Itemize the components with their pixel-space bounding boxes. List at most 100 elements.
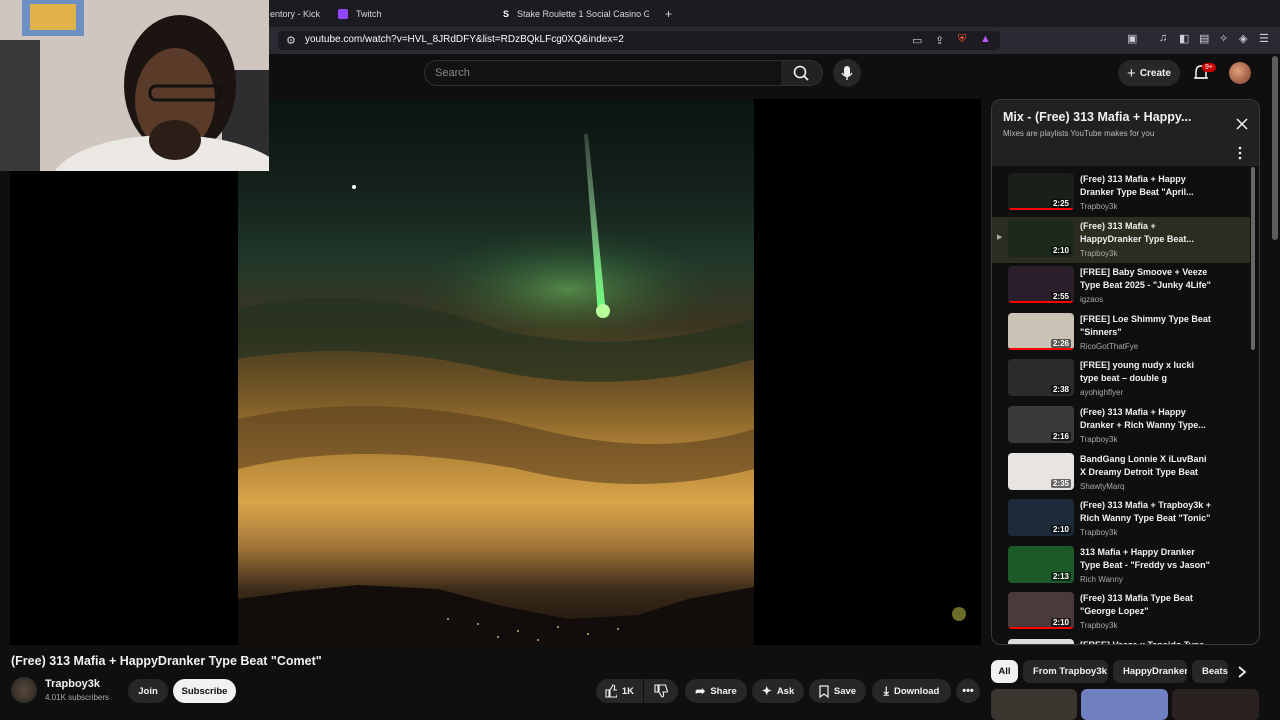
sidebar-icon[interactable]: ▣ bbox=[1127, 32, 1137, 45]
chip-beats[interactable]: Beats bbox=[1192, 660, 1228, 683]
chevron-right-icon[interactable] bbox=[1234, 664, 1250, 680]
playlist-item-thumbnail[interactable]: 2:10 bbox=[1008, 219, 1074, 257]
site-info-icon[interactable]: ⚙ bbox=[286, 34, 296, 47]
vpn-icon[interactable]: ◈ bbox=[1239, 32, 1247, 45]
join-button[interactable]: Join bbox=[128, 679, 168, 703]
voice-search-button[interactable] bbox=[833, 59, 861, 87]
playlist-item[interactable]: 2:13 313 Mafia + Happy Dranker Type Beat … bbox=[992, 543, 1250, 589]
playlist-item-thumbnail[interactable]: 2:38 bbox=[1008, 359, 1074, 397]
browser-tab-stake[interactable]: S Stake Roulette 1 Social Casino Gar bbox=[503, 0, 649, 27]
browser-tab-twitch[interactable]: Twitch bbox=[338, 0, 488, 27]
like-button[interactable]: 1K bbox=[596, 679, 643, 703]
playlist-item-thumbnail[interactable]: 2:35 bbox=[1008, 452, 1074, 490]
recommended-thumbnail[interactable] bbox=[1081, 689, 1168, 720]
close-icon[interactable] bbox=[1235, 117, 1249, 131]
playlist-item-thumbnail[interactable]: 2:16 bbox=[1008, 406, 1074, 443]
video-title: (Free) 313 Mafia + HappyDranker Type Bea… bbox=[11, 654, 322, 668]
playlist-item-thumbnail[interactable]: 2:25 bbox=[1008, 173, 1074, 210]
watched-progress-bar bbox=[1008, 347, 1074, 350]
subscribe-button[interactable]: Subscribe bbox=[173, 679, 236, 703]
video-frame-comet-sky bbox=[238, 99, 754, 645]
chip-from-trapboy3k[interactable]: From Trapboy3k bbox=[1023, 660, 1108, 683]
playlist-item-thumbnail[interactable]: 2:10 bbox=[1008, 499, 1074, 537]
duration-badge: 2:38 bbox=[1050, 385, 1071, 395]
comet-landscape-image bbox=[238, 134, 754, 645]
playlist-item-channel: Trapboy3k bbox=[1080, 435, 1118, 444]
more-actions-button[interactable]: ••• bbox=[956, 679, 980, 703]
chip-all[interactable]: All bbox=[991, 660, 1018, 683]
playlist-item[interactable]: 2:38 [FREE] young nudy x lucki type beat … bbox=[992, 356, 1250, 402]
search-input[interactable]: Search bbox=[424, 60, 782, 86]
playlist-item-thumbnail[interactable]: 2:26 bbox=[1008, 312, 1074, 350]
share-icon: ➦ bbox=[695, 684, 706, 698]
page-scrollbar[interactable] bbox=[1272, 56, 1278, 240]
browser-tab-kick[interactable]: entory - Kick bbox=[270, 0, 330, 27]
rewards-icon[interactable]: ▲ bbox=[980, 33, 991, 45]
playlist-item[interactable]: 2:16 (Free) 313 Mafia + Happy Dranker + R… bbox=[992, 403, 1250, 449]
recommended-thumbnail[interactable] bbox=[1172, 689, 1259, 720]
playlist-item-channel: Trapboy3k bbox=[1080, 202, 1118, 211]
leo-icon[interactable]: ✧ bbox=[1219, 32, 1228, 45]
playlist-item[interactable]: 2:55 [FREE] Baby Smoove + Veeze Type Beat… bbox=[992, 263, 1250, 309]
share-page-icon[interactable]: ⇪ bbox=[935, 34, 944, 47]
share-button[interactable]: ➦ Share bbox=[685, 679, 747, 703]
playlist-item-channel: Rich Wanny bbox=[1080, 574, 1123, 584]
duration-badge: 2:16 bbox=[1050, 432, 1071, 441]
more-options-icon[interactable] bbox=[1237, 146, 1243, 160]
brave-shield-icon[interactable]: ⛨ bbox=[958, 33, 966, 46]
watched-progress-bar bbox=[1008, 208, 1074, 210]
more-horizontal-icon: ••• bbox=[962, 685, 974, 697]
wallet-icon[interactable]: ▤ bbox=[1199, 32, 1209, 45]
playlist-item-channel: RicoGotThatFye bbox=[1080, 341, 1139, 351]
menu-icon[interactable]: ☰ bbox=[1259, 32, 1269, 45]
chip-happydranker[interactable]: HappyDranker bbox=[1113, 660, 1187, 683]
stake-icon: S bbox=[503, 8, 510, 19]
reader-icon[interactable]: ◧ bbox=[1179, 32, 1189, 45]
download-button[interactable]: ⤓ Download bbox=[872, 679, 951, 703]
playlist-item-title: (Free) 313 Mafia + Trapboy3k + Rich Wann… bbox=[1080, 500, 1212, 524]
playlist-title[interactable]: Mix - (Free) 313 Mafia + Happy... bbox=[1003, 110, 1191, 124]
dislike-button[interactable] bbox=[644, 679, 678, 703]
save-button[interactable]: Save bbox=[809, 679, 866, 703]
playlist-item-thumbnail[interactable]: 2:13 bbox=[1008, 545, 1074, 583]
new-tab-button[interactable]: + bbox=[665, 0, 677, 27]
playlist-item-title: [FREE] young nudy x lucki type beat – do… bbox=[1080, 360, 1195, 384]
ask-label: Ask bbox=[776, 685, 795, 697]
playlist-item-thumbnail[interactable] bbox=[1008, 639, 1074, 644]
playlist-item-channel: ayohighflyer bbox=[1080, 388, 1124, 398]
ask-button[interactable]: ✦ Ask bbox=[752, 679, 804, 703]
like-count: 1K bbox=[621, 685, 634, 697]
playlist-item[interactable]: ▶ 2:10 (Free) 313 Mafia + HappyDranker Typ… bbox=[992, 216, 1250, 263]
share-label: Share bbox=[710, 685, 737, 697]
playlist-item-thumbnail[interactable]: 2:10 bbox=[1008, 592, 1074, 630]
channel-watermark[interactable] bbox=[952, 607, 966, 621]
playlist-item[interactable]: 2:26 [FREE] Loe Shimmy Type Beat "Sinners… bbox=[992, 310, 1250, 356]
recommended-thumbnail[interactable] bbox=[991, 689, 1077, 720]
playlist-header: Mix - (Free) 313 Mafia + Happy... Mixes … bbox=[992, 100, 1259, 166]
address-bar[interactable]: ⚙ youtube.com/watch?v=HVL_8JRdDFY&list=R… bbox=[278, 31, 1000, 50]
music-icon[interactable]: ♫ bbox=[1159, 32, 1167, 44]
playlist-item-channel: Trapboy3k bbox=[1080, 528, 1118, 538]
playlist-item[interactable]: [FREE] Veeze x Tanaido Type... bbox=[992, 636, 1250, 645]
playlist-item-title: [FREE] Veeze x Tanaido Type... bbox=[1080, 640, 1212, 645]
channel-name[interactable]: Trapboy3k bbox=[45, 678, 100, 690]
picture-in-picture-icon[interactable]: ▭ bbox=[912, 34, 922, 47]
duration-badge: 2:55 bbox=[1050, 292, 1071, 302]
playlist-scrollbar[interactable] bbox=[1251, 167, 1255, 350]
channel-avatar[interactable] bbox=[11, 677, 37, 703]
plus-icon: + bbox=[1127, 64, 1136, 82]
create-button[interactable]: + Create bbox=[1118, 60, 1180, 86]
account-avatar[interactable] bbox=[1229, 62, 1251, 84]
chip-label: From Trapboy3k bbox=[1033, 666, 1107, 677]
playlist-item[interactable]: 2:25 (Free) 313 Mafia + Happy Dranker Typ… bbox=[992, 170, 1250, 216]
playlist-item[interactable]: 2:35 BandGang Lonnie X iLuvBani X Dreamy … bbox=[992, 450, 1250, 496]
search-placeholder: Search bbox=[435, 67, 470, 79]
playlist-item[interactable]: 2:10 (Free) 313 Mafia Type Beat "George L… bbox=[992, 589, 1250, 635]
join-label: Join bbox=[138, 685, 158, 697]
playlist-item[interactable]: 2:10 (Free) 313 Mafia + Trapboy3k + Rich … bbox=[992, 496, 1250, 542]
search-button[interactable] bbox=[781, 60, 823, 86]
playlist-item-thumbnail[interactable]: 2:55 bbox=[1008, 266, 1074, 304]
save-label: Save bbox=[833, 685, 857, 697]
duration-badge: 2:35 bbox=[1050, 478, 1071, 488]
mix-playlist-panel: Mix - (Free) 313 Mafia + Happy... Mixes … bbox=[991, 99, 1260, 645]
